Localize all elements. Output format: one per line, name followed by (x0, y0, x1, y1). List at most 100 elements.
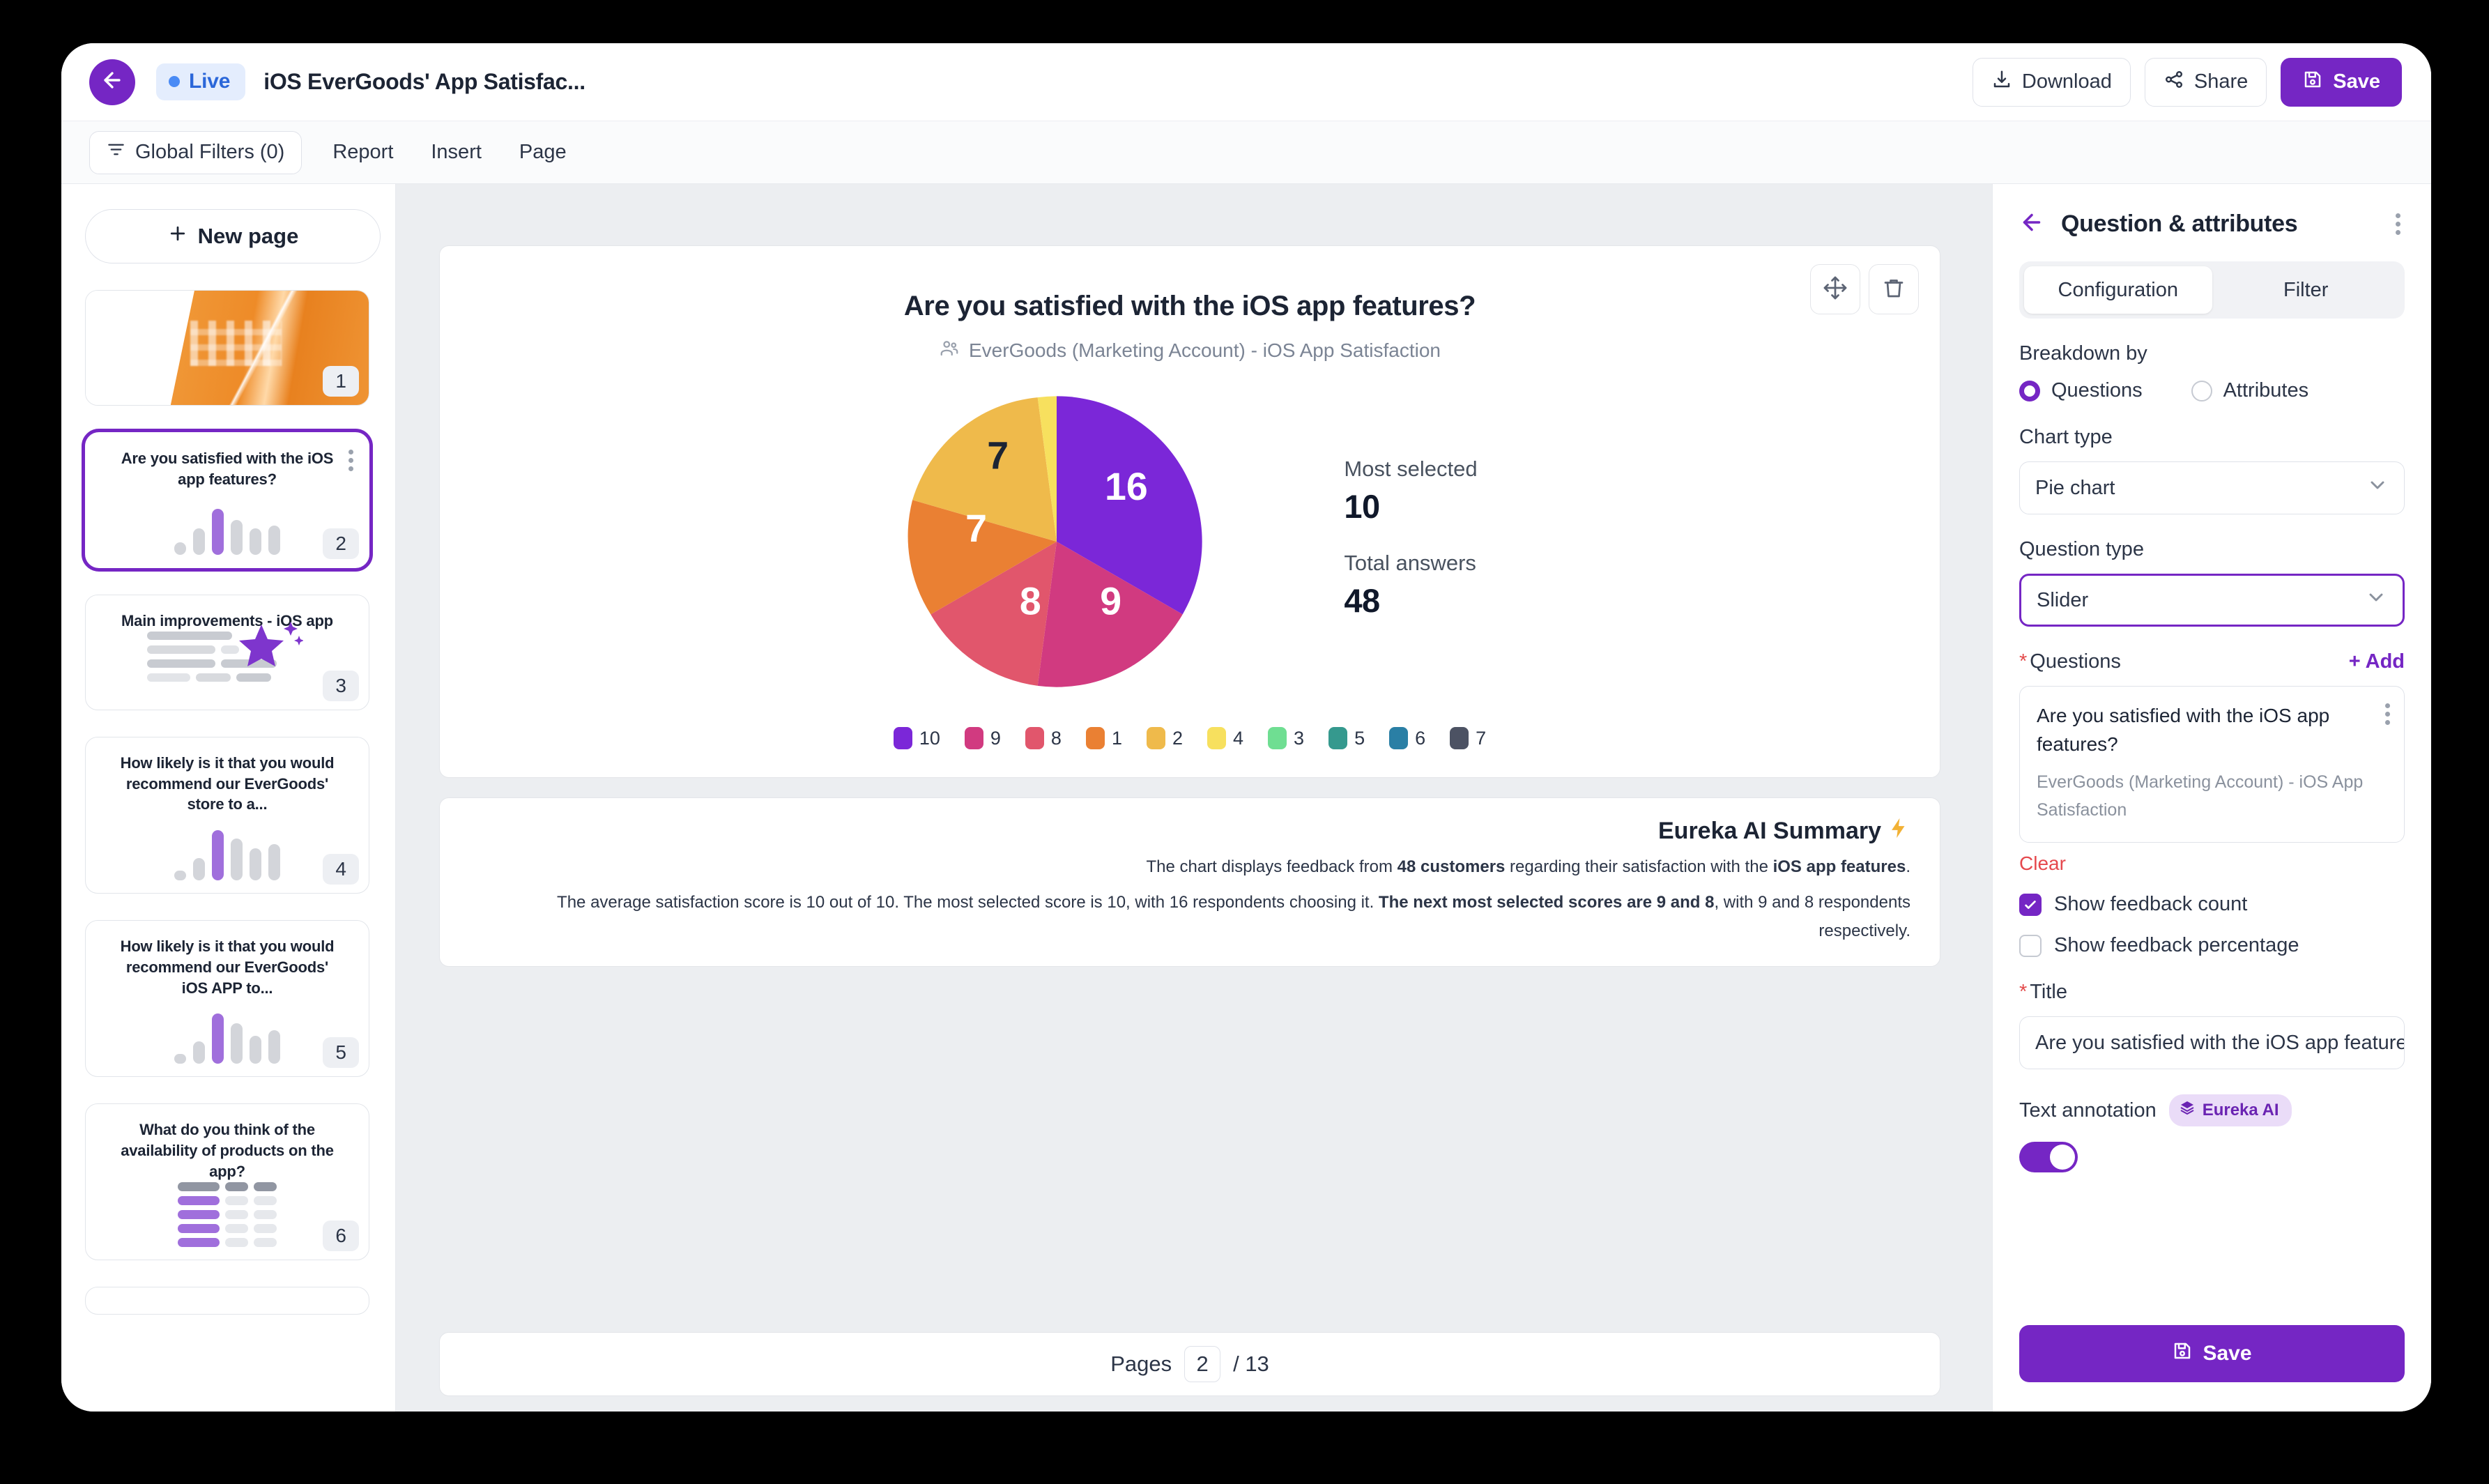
tab-filter[interactable]: Filter (2212, 266, 2400, 314)
page-thumbnail-1[interactable]: 1 (85, 290, 369, 406)
menu-item-insert[interactable]: Insert (414, 131, 498, 174)
questions-header: * Questions + Add (2019, 650, 2405, 673)
chevron-down-icon (2365, 586, 2387, 614)
most-selected-value: 10 (1344, 488, 1380, 525)
legend-swatch (1146, 727, 1165, 749)
legend-item[interactable]: 7 (1450, 727, 1486, 749)
legend-label: 5 (1354, 727, 1365, 749)
legend-item[interactable]: 5 (1328, 727, 1365, 749)
menu-item-report[interactable]: Report (316, 131, 410, 174)
page-number-badge: 3 (323, 671, 359, 702)
ai-summary-heading: Eureka AI Summary (469, 816, 1910, 846)
chart-area: 16 9 8 7 7 Most selected 10 Total answer… (440, 387, 1940, 696)
arrow-left-icon (100, 68, 124, 95)
question-card[interactable]: Are you satisfied with the iOS app featu… (2019, 686, 2405, 843)
pages-label: Pages (1110, 1352, 1172, 1376)
question-type-select[interactable]: Slider (2019, 574, 2405, 627)
save-button[interactable]: Save (2281, 57, 2402, 107)
panel-back-button[interactable] (2019, 210, 2044, 238)
download-icon (1991, 69, 2012, 95)
panel-more-icon[interactable] (2391, 209, 2405, 239)
checkbox-label: Show feedback percentage (2054, 934, 2299, 957)
title-input[interactable]: Are you satisfied with the iOS app featu… (2019, 1016, 2405, 1070)
pie-chart[interactable]: 16 9 8 7 7 (902, 387, 1211, 696)
text-annotation-toggle[interactable] (2019, 1142, 2078, 1173)
page-thumbnail-4[interactable]: How likely is it that you would recommen… (85, 737, 369, 894)
pie-label-7b: 7 (988, 434, 1009, 477)
download-button[interactable]: Download (1972, 57, 2131, 107)
share-button[interactable]: Share (2144, 57, 2267, 107)
panel-tabs: Configuration Filter (2019, 261, 2405, 319)
most-selected-label: Most selected (1344, 457, 1478, 481)
download-label: Download (2021, 70, 2112, 93)
global-filters-button[interactable]: Global Filters (0) (89, 130, 302, 174)
summary-strong: 48 customers (1397, 857, 1506, 876)
page-number-badge: 6 (323, 1221, 359, 1252)
thumbnail-more-icon[interactable] (344, 445, 358, 475)
radio-attributes[interactable]: Attributes (2191, 379, 2308, 402)
ai-summary-line-2: The average satisfaction score is 10 out… (469, 889, 1910, 946)
panel-save-button[interactable]: Save (2019, 1325, 2405, 1382)
status-badge-label: Live (189, 70, 231, 93)
top-bar: Live iOS EverGoods' App Satisfac... Down… (61, 43, 2431, 121)
legend-swatch (1268, 727, 1287, 749)
radio-questions[interactable]: Questions (2019, 379, 2143, 402)
checkbox-icon (2019, 893, 2042, 916)
layers-icon (2179, 1099, 2196, 1121)
page-thumbnail-3[interactable]: Main improvements - iOS app 3 (85, 595, 369, 711)
radio-questions-label: Questions (2051, 379, 2143, 401)
legend-item[interactable]: 10 (893, 727, 940, 749)
menu-item-page[interactable]: Page (503, 131, 583, 174)
title-field-label: * Title (2019, 981, 2405, 1004)
page-thumbnail-2[interactable]: Are you satisfied with the iOS app featu… (82, 428, 373, 572)
page-thumbnail-6[interactable]: What do you think of the availability of… (85, 1103, 369, 1261)
legend-item[interactable]: 8 (1025, 727, 1062, 749)
page-thumbnail-title: How likely is it that you would recommen… (120, 754, 335, 813)
questions-label: * Questions (2019, 650, 2121, 673)
eureka-ai-label: Eureka AI (2202, 1100, 2279, 1119)
move-icon (1823, 275, 1848, 304)
ai-summary-line-1: The chart displays feedback from 48 cust… (469, 853, 1910, 882)
summary-text: . (1906, 857, 1910, 876)
required-marker: * (2019, 981, 2028, 1004)
share-label: Share (2193, 70, 2249, 93)
total-answers-value: 48 (1344, 582, 1380, 619)
new-page-button[interactable]: New page (85, 209, 381, 263)
legend-label: 3 (1294, 727, 1305, 749)
legend-label: 2 (1172, 727, 1183, 749)
page-title: iOS EverGoods' App Satisfac... (263, 69, 585, 94)
chart-subtitle-label: EverGoods (Marketing Account) - iOS App … (969, 339, 1441, 361)
legend-item[interactable]: 2 (1146, 727, 1183, 749)
legend-item[interactable]: 3 (1268, 727, 1304, 749)
checkbox-show-feedback-count[interactable]: Show feedback count (2019, 893, 2405, 916)
chart-type-select[interactable]: Pie chart (2019, 461, 2405, 514)
summary-text: The average satisfaction score is 10 out… (557, 892, 1379, 912)
chart-card-toolbar (1810, 264, 1919, 314)
panel-title: Question & attributes (2061, 211, 2298, 237)
move-button[interactable] (1810, 264, 1860, 314)
page-thumbnail-5[interactable]: How likely is it that you would recommen… (85, 920, 369, 1078)
share-icon (2163, 69, 2184, 95)
tab-configuration[interactable]: Configuration (2024, 266, 2212, 314)
page-thumbnail-title: Are you satisfied with the iOS app featu… (121, 450, 334, 488)
legend-item[interactable]: 6 (1389, 727, 1425, 749)
legend-label: 9 (990, 727, 1001, 749)
text-annotation-label: Text annotation (2019, 1099, 2157, 1122)
question-card-subtitle: EverGoods (Marketing Account) - iOS App … (2037, 772, 2364, 820)
legend-label: 1 (1111, 727, 1122, 749)
clear-button[interactable]: Clear (2019, 852, 2405, 875)
back-button[interactable] (89, 59, 135, 105)
legend-item[interactable]: 9 (964, 727, 1001, 749)
lightning-icon (1887, 816, 1910, 846)
legend-item[interactable]: 1 (1085, 727, 1122, 749)
pages-sidebar: New page 1 Are you satisfied with the iO… (61, 184, 396, 1412)
question-card-more-icon[interactable] (2381, 699, 2394, 729)
page-thumbnail-7[interactable] (85, 1287, 369, 1315)
summary-text: regarding their satisfaction with the (1505, 857, 1773, 876)
legend-item[interactable]: 4 (1207, 727, 1243, 749)
checkbox-show-feedback-percentage[interactable]: Show feedback percentage (2019, 934, 2405, 957)
delete-button[interactable] (1869, 264, 1919, 314)
page-number-input[interactable]: 2 (1184, 1346, 1221, 1382)
add-question-button[interactable]: + Add (2349, 650, 2405, 673)
eureka-ai-badge: Eureka AI (2168, 1094, 2292, 1127)
